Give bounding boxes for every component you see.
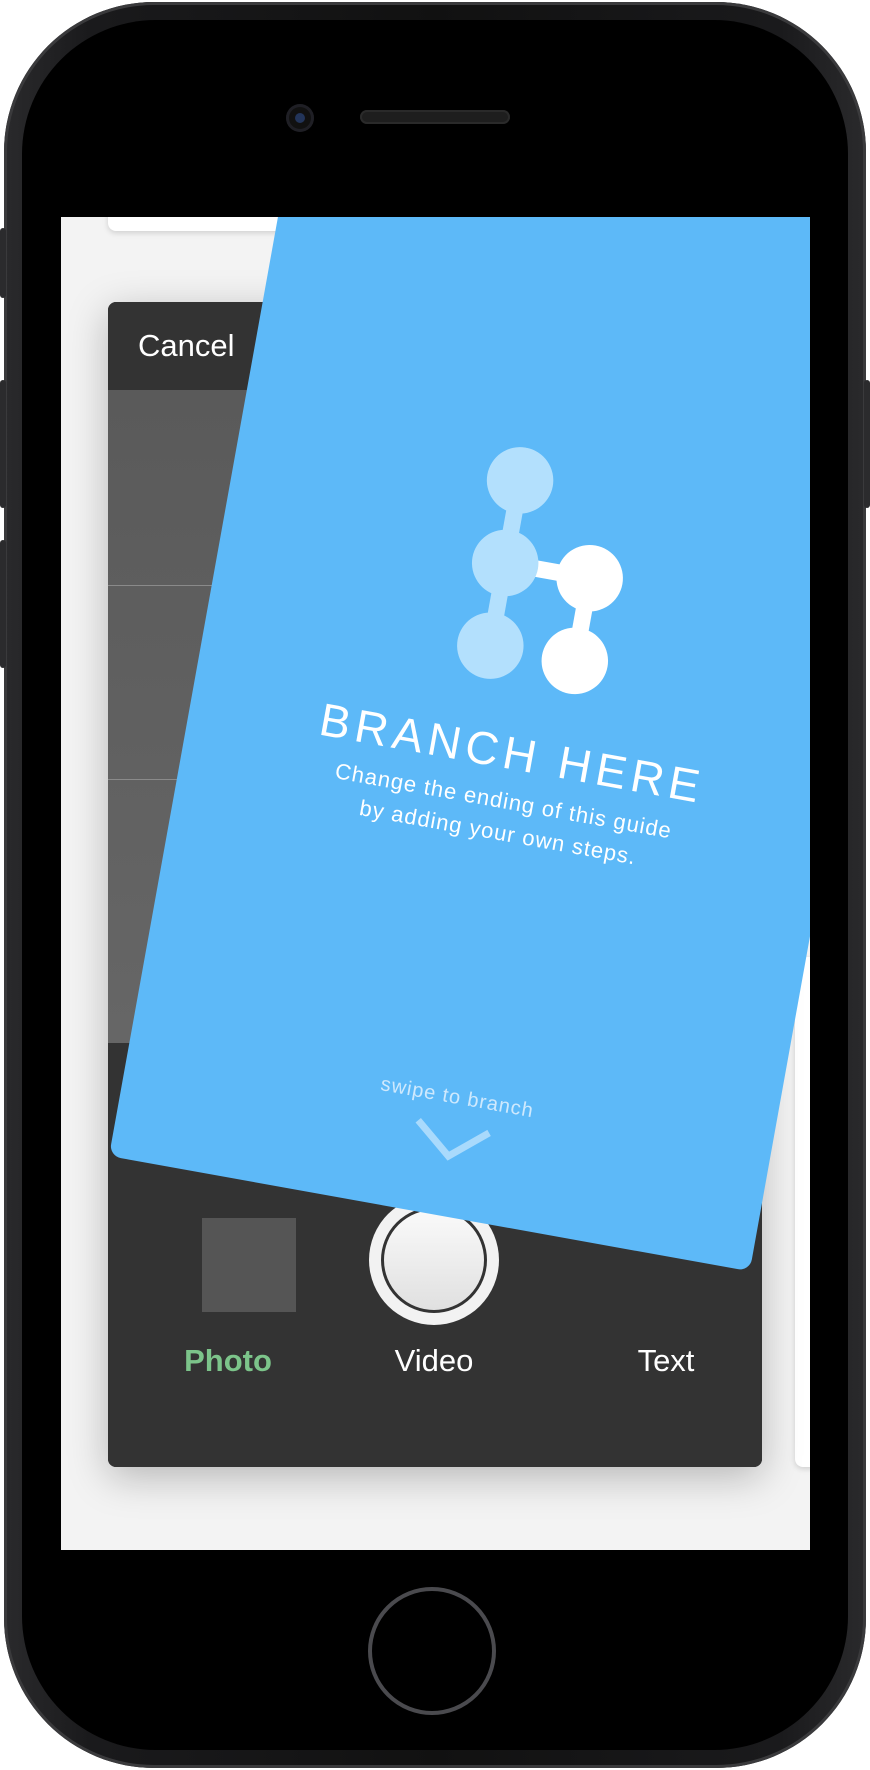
cancel-button[interactable]: Cancel (138, 328, 235, 364)
chevron-down-icon[interactable] (408, 1116, 494, 1170)
mode-text[interactable]: Text (638, 1343, 695, 1379)
mode-photo[interactable]: Photo (184, 1343, 272, 1379)
shutter-inner (381, 1207, 487, 1313)
power-button (864, 380, 870, 508)
home-button[interactable] (368, 1587, 496, 1715)
volume-down-button (0, 540, 6, 668)
mute-switch (0, 228, 6, 298)
speaker-grille (360, 110, 510, 124)
last-photo-thumbnail[interactable] (202, 1218, 296, 1312)
screen: Cancel Photo Video Text BRANCH HERE Chan… (61, 217, 810, 1550)
branch-nodes-icon (457, 447, 623, 695)
background-card (795, 957, 810, 1467)
volume-up-button (0, 380, 6, 508)
front-camera (286, 104, 314, 132)
mode-video[interactable]: Video (395, 1343, 474, 1379)
